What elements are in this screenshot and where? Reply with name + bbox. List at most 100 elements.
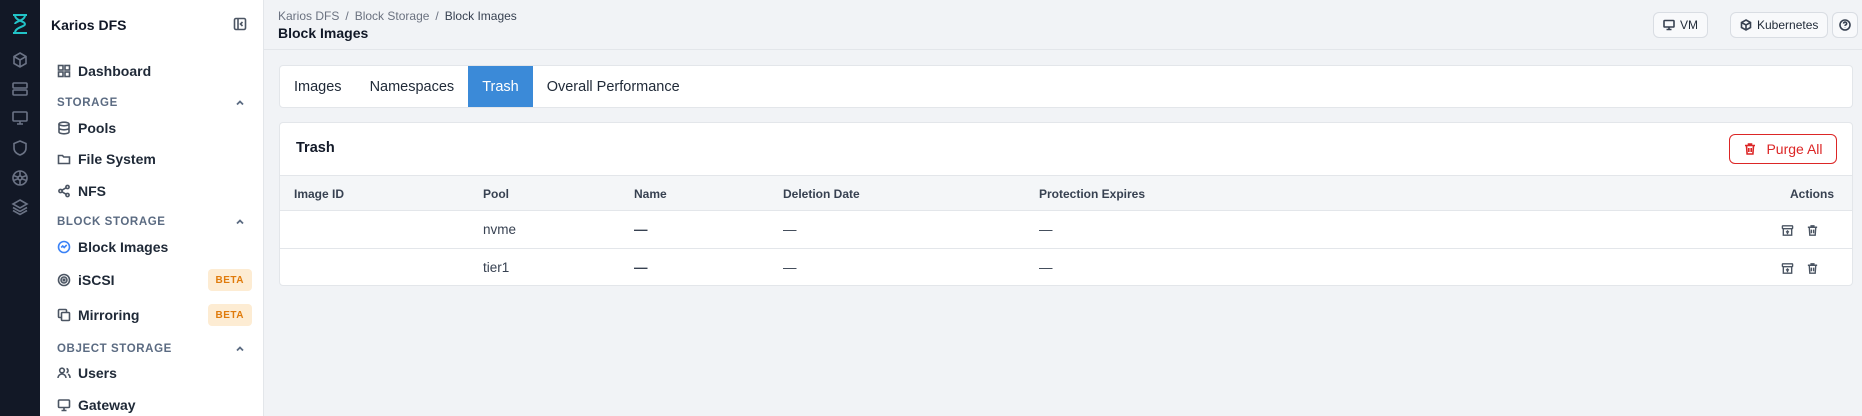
vm-button-label: VM (1680, 18, 1698, 32)
copy-icon (56, 307, 72, 323)
hourglass-logo-icon[interactable] (9, 13, 31, 35)
sidebar-item-label: File System (78, 151, 156, 167)
sidebar-item-users[interactable]: Users (56, 362, 252, 384)
column-header: Actions (1789, 187, 1834, 201)
block-images-icon (56, 239, 72, 255)
trash-panel: Trash Purge All Image ID Pool Name Delet… (279, 122, 1853, 286)
sidebar-item-label: iSCSI (78, 272, 115, 288)
dashboard-icon (56, 63, 72, 79)
vm-button[interactable]: VM (1653, 12, 1708, 38)
chevron-up-icon (236, 100, 244, 106)
shield-icon[interactable] (9, 137, 31, 159)
kubernetes-icon[interactable] (9, 167, 31, 189)
sidebar-item-label: Mirroring (78, 307, 140, 323)
chevron-up-icon (236, 219, 244, 225)
breadcrumb-current: Block Images (444, 9, 517, 23)
sidebar-item-label: Dashboard (78, 63, 152, 79)
trash-icon (1745, 143, 1756, 155)
sidebar-item-label: Pools (78, 120, 117, 136)
section-block-storage[interactable]: BLOCK STORAGE (57, 216, 245, 228)
help-button[interactable] (1832, 12, 1858, 38)
sidebar-item-gateway[interactable]: Gateway (56, 394, 252, 416)
sidebar: Karios DFS Dashboard STORAGE Pools File … (40, 0, 264, 416)
folder-icon (56, 151, 72, 167)
sidebar-item-label: Gateway (78, 397, 136, 413)
kubernetes-button-label: Kubernetes (1757, 18, 1819, 32)
tab-overall-performance[interactable]: Overall Performance (533, 66, 694, 107)
column-header[interactable]: Image ID (294, 187, 344, 201)
tab-images[interactable]: Images (280, 66, 356, 107)
column-header[interactable]: Protection Expires (1039, 187, 1145, 201)
monitor-icon[interactable] (9, 107, 31, 129)
sidebar-collapse-icon[interactable] (233, 17, 249, 33)
app-rail (0, 0, 40, 416)
section-label: STORAGE (57, 97, 118, 109)
archive-restore-icon (1781, 262, 1793, 274)
sidebar-item-block-images[interactable]: Block Images (56, 236, 252, 258)
cube-icon[interactable] (9, 49, 31, 71)
page-header: Karios DFS / Block Storage / Block Image… (264, 0, 1862, 50)
table-header: Image ID Pool Name Deletion Date Protect… (280, 175, 1852, 211)
sidebar-item-label: Users (78, 365, 117, 381)
target-icon (56, 272, 72, 288)
trash-icon (1807, 262, 1817, 274)
sidebar-item-dashboard[interactable]: Dashboard (56, 60, 252, 82)
restore-button[interactable] (1778, 221, 1796, 239)
delete-button[interactable] (1803, 221, 1821, 239)
beta-badge: BETA (207, 269, 252, 291)
sidebar-item-mirroring[interactable]: Mirroring BETA (56, 304, 252, 326)
breadcrumb-item[interactable]: Karios DFS (278, 9, 339, 23)
share-icon (56, 183, 72, 199)
pool-cell: tier1 (483, 260, 510, 275)
breadcrumb-separator: / (345, 9, 349, 23)
chevron-up-icon (236, 346, 244, 352)
database-icon (56, 120, 72, 136)
kubernetes-button[interactable]: Kubernetes (1730, 12, 1829, 38)
tab-trash[interactable]: Trash (468, 66, 533, 107)
name-cell: — (634, 260, 648, 275)
table-row: tier1 — — — (280, 249, 1852, 285)
purge-all-label: Purge All (1766, 141, 1823, 157)
tab-bar: Images Namespaces Trash Overall Performa… (279, 65, 1853, 108)
trash-icon (1807, 224, 1817, 236)
archive-restore-icon (1781, 224, 1793, 236)
section-object-storage[interactable]: OBJECT STORAGE (57, 343, 245, 355)
purge-all-button[interactable]: Purge All (1729, 134, 1837, 164)
section-label: OBJECT STORAGE (57, 343, 172, 355)
delete-button[interactable] (1803, 259, 1821, 277)
breadcrumb: Karios DFS / Block Storage / Block Image… (278, 9, 517, 23)
protection-expires-cell: — (1039, 260, 1053, 275)
section-label: BLOCK STORAGE (57, 216, 166, 228)
sidebar-item-label: Block Images (78, 239, 169, 255)
cube-icon (1740, 19, 1752, 31)
sidebar-item-file-system[interactable]: File System (56, 148, 252, 170)
table-row: nvme — — — (280, 211, 1852, 249)
panel-title: Trash (296, 140, 335, 156)
column-header[interactable]: Name (634, 187, 667, 201)
deletion-date-cell: — (783, 260, 797, 275)
help-circle-icon (1839, 19, 1851, 31)
pool-cell: nvme (483, 222, 517, 237)
sidebar-item-label: NFS (78, 183, 106, 199)
layers-icon[interactable] (9, 196, 31, 218)
users-icon (56, 365, 72, 381)
restore-button[interactable] (1778, 259, 1796, 277)
breadcrumb-separator: / (435, 9, 439, 23)
app-name: Karios DFS (51, 17, 127, 33)
page-title: Block Images (278, 25, 369, 41)
section-storage[interactable]: STORAGE (57, 97, 245, 109)
breadcrumb-item[interactable]: Block Storage (355, 9, 430, 23)
sidebar-item-nfs[interactable]: NFS (56, 180, 252, 202)
name-cell: — (634, 222, 648, 237)
sidebar-item-iscsi[interactable]: iSCSI BETA (56, 269, 252, 291)
protection-expires-cell: — (1039, 222, 1053, 237)
sidebar-item-pools[interactable]: Pools (56, 117, 252, 139)
deletion-date-cell: — (783, 222, 797, 237)
column-header[interactable]: Pool (483, 187, 509, 201)
server-icon[interactable] (9, 78, 31, 100)
monitor-icon (56, 397, 72, 413)
tab-namespaces[interactable]: Namespaces (356, 66, 469, 107)
monitor-icon (1663, 19, 1675, 31)
column-header[interactable]: Deletion Date (783, 187, 860, 201)
beta-badge: BETA (207, 304, 252, 326)
